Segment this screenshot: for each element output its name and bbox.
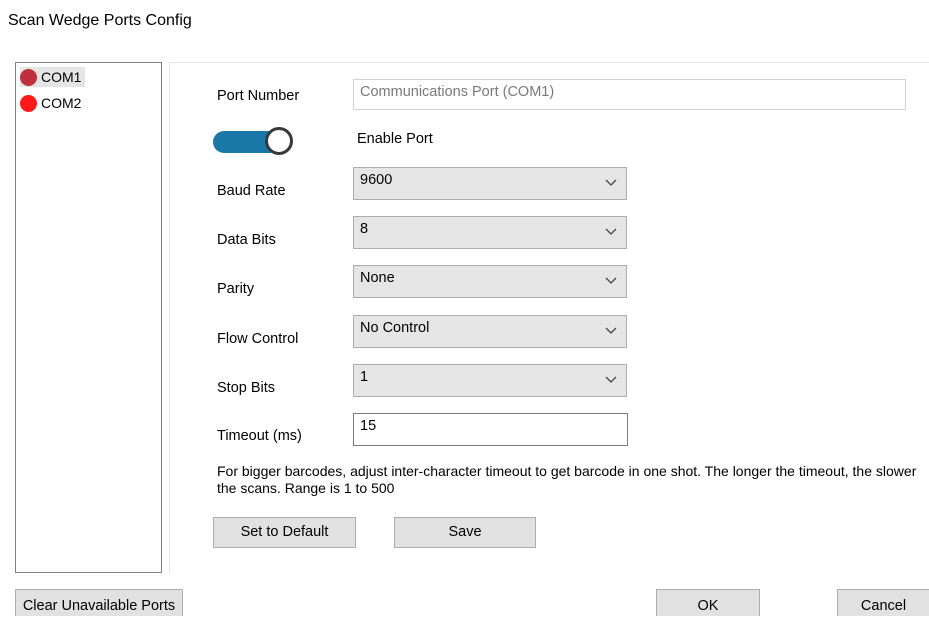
flow-control-value: No Control [360,320,430,336]
parity-value: None [360,270,395,286]
enable-port-toggle[interactable] [213,127,297,157]
port-number-field: Communications Port (COM1) [353,79,906,110]
port-list[interactable]: COM1 COM2 [15,62,162,573]
timeout-hint: For bigger barcodes, adjust inter-charac… [217,463,917,496]
baud-rate-label: Baud Rate [217,183,286,199]
ok-button[interactable]: OK [656,589,760,616]
timeout-input[interactable]: 15 [353,413,628,446]
port-item-label: COM2 [41,95,82,111]
parity-select[interactable]: None [353,265,627,298]
stop-bits-select[interactable]: 1 [353,364,627,397]
cancel-button[interactable]: Cancel [837,589,929,616]
toggle-knob [265,127,293,155]
stop-bits-value: 1 [360,369,369,385]
chevron-down-icon [605,327,617,334]
parity-label: Parity [217,281,255,297]
chevron-down-icon [605,376,617,383]
set-to-default-button[interactable]: Set to Default [213,517,356,548]
save-button[interactable]: Save [394,517,536,548]
enable-port-label: Enable Port [357,131,433,147]
baud-rate-select[interactable]: 9600 [353,167,627,200]
chevron-down-icon [605,228,617,235]
status-dot-icon [20,68,37,86]
status-dot-icon [20,94,37,112]
clear-unavailable-ports-button[interactable]: Clear Unavailable Ports [15,589,183,616]
flow-control-select[interactable]: No Control [353,315,627,348]
timeout-label: Timeout (ms) [217,428,302,444]
data-bits-select[interactable]: 8 [353,216,627,249]
data-bits-label: Data Bits [217,232,276,248]
chevron-down-icon [605,277,617,284]
data-bits-value: 8 [360,221,369,237]
baud-rate-value: 9600 [360,172,393,188]
stop-bits-label: Stop Bits [217,380,276,396]
window-title: Scan Wedge Ports Config [8,12,192,29]
port-item-label: COM1 [41,69,82,85]
chevron-down-icon [605,179,617,186]
port-number-label: Port Number [217,88,300,104]
port-item-com1[interactable]: COM1 [20,67,86,87]
port-item-com2[interactable]: COM2 [20,93,85,113]
flow-control-label: Flow Control [217,331,299,347]
